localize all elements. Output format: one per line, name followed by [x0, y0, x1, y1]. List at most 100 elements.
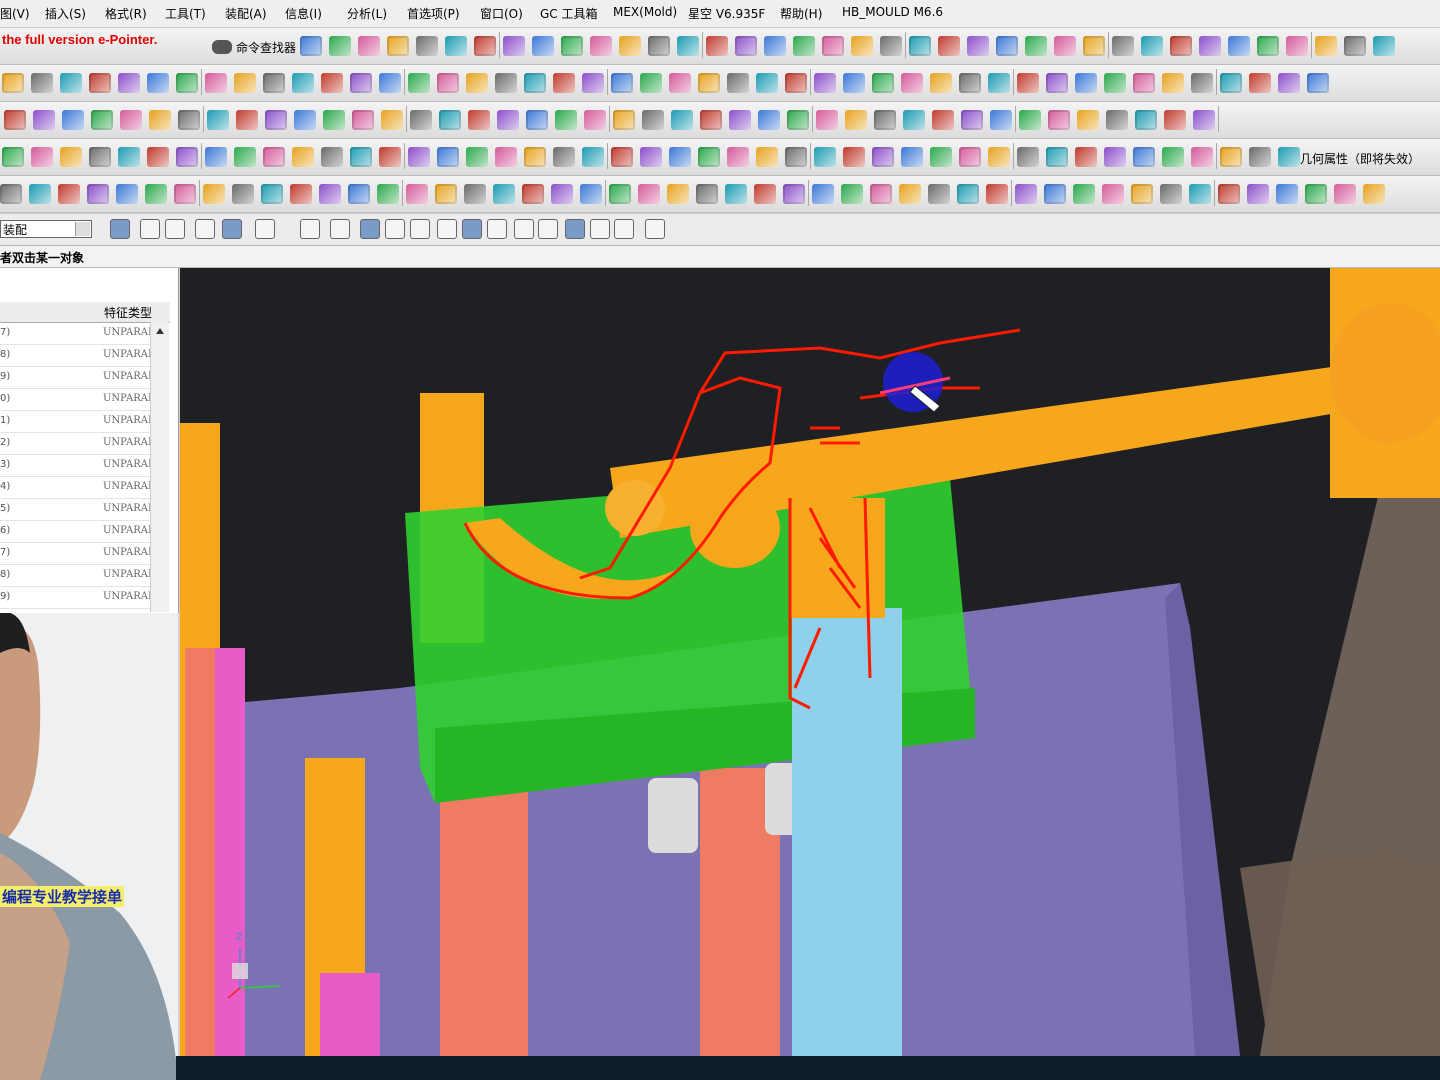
menu-item[interactable]: 插入(S)	[45, 5, 86, 22]
tool-icon[interactable]	[932, 110, 954, 130]
tool-icon[interactable]	[236, 110, 258, 130]
tool-icon[interactable]	[437, 147, 459, 167]
menu-item[interactable]: 装配(A)	[225, 5, 267, 22]
table-row[interactable]: 9) UNPARAM	[0, 586, 158, 609]
tool-icon[interactable]	[118, 147, 140, 167]
menu-item[interactable]: 窗口(O)	[480, 5, 523, 22]
selection-tool-icon[interactable]	[110, 219, 130, 239]
table-row[interactable]: 9) UNPARAM	[0, 366, 158, 389]
table-row[interactable]: 7) UNPARAM	[0, 542, 158, 565]
tool-icon[interactable]	[901, 147, 923, 167]
selection-tool-icon[interactable]	[437, 219, 457, 239]
tool-icon[interactable]	[358, 36, 380, 56]
tool-icon[interactable]	[584, 110, 606, 130]
tool-icon[interactable]	[648, 36, 670, 56]
tool-icon[interactable]	[2, 147, 24, 167]
table-row[interactable]: 6) UNPARAM	[0, 520, 158, 543]
tool-icon[interactable]	[1044, 184, 1066, 204]
tool-icon[interactable]	[880, 36, 902, 56]
table-row[interactable]: 8) UNPARAM	[0, 344, 158, 367]
table-row[interactable]: 4) UNPARAM	[0, 476, 158, 499]
tool-icon[interactable]	[551, 184, 573, 204]
tool-icon[interactable]	[959, 73, 981, 93]
tool-icon[interactable]	[938, 36, 960, 56]
tool-icon[interactable]	[410, 110, 432, 130]
tool-icon[interactable]	[497, 110, 519, 130]
tool-icon[interactable]	[843, 147, 865, 167]
tool-icon[interactable]	[147, 147, 169, 167]
tool-icon[interactable]	[60, 147, 82, 167]
tool-icon[interactable]	[265, 110, 287, 130]
tool-icon[interactable]	[988, 147, 1010, 167]
tool-icon[interactable]	[1247, 184, 1269, 204]
tool-icon[interactable]	[1104, 147, 1126, 167]
tool-icon[interactable]	[899, 184, 921, 204]
table-row[interactable]: 8) UNPARAM	[0, 564, 158, 587]
tool-icon[interactable]	[234, 147, 256, 167]
tool-icon[interactable]	[174, 184, 196, 204]
tool-icon[interactable]	[1054, 36, 1076, 56]
tool-icon[interactable]	[1077, 110, 1099, 130]
tool-icon[interactable]	[4, 110, 26, 130]
selection-tool-icon[interactable]	[222, 219, 242, 239]
tool-icon[interactable]	[787, 110, 809, 130]
tool-icon[interactable]	[677, 36, 699, 56]
tool-icon[interactable]	[930, 73, 952, 93]
tool-icon[interactable]	[2, 73, 24, 93]
tool-icon[interactable]	[1133, 73, 1155, 93]
tool-icon[interactable]	[1305, 184, 1327, 204]
tool-icon[interactable]	[1025, 36, 1047, 56]
tool-icon[interactable]	[292, 73, 314, 93]
tool-icon[interactable]	[1102, 184, 1124, 204]
tool-icon[interactable]	[147, 73, 169, 93]
menu-item[interactable]: 信息(I)	[285, 5, 322, 22]
tool-icon[interactable]	[87, 184, 109, 204]
tool-icon[interactable]	[495, 73, 517, 93]
tool-icon[interactable]	[207, 110, 229, 130]
tool-icon[interactable]	[698, 147, 720, 167]
tool-icon[interactable]	[1249, 73, 1271, 93]
tool-icon[interactable]	[1046, 73, 1068, 93]
tool-icon[interactable]	[381, 110, 403, 130]
tool-icon[interactable]	[1075, 73, 1097, 93]
tool-icon[interactable]	[89, 147, 111, 167]
tool-icon[interactable]	[1220, 73, 1242, 93]
tool-icon[interactable]	[756, 147, 778, 167]
tool-icon[interactable]	[323, 110, 345, 130]
tool-icon[interactable]	[1334, 184, 1356, 204]
tool-icon[interactable]	[1141, 36, 1163, 56]
tool-icon[interactable]	[522, 184, 544, 204]
tool-icon[interactable]	[1046, 147, 1068, 167]
tool-icon[interactable]	[1249, 147, 1271, 167]
scroll-up-icon[interactable]	[156, 328, 164, 334]
tool-icon[interactable]	[1191, 147, 1213, 167]
tool-icon[interactable]	[292, 147, 314, 167]
tool-icon[interactable]	[669, 73, 691, 93]
tool-icon[interactable]	[503, 36, 525, 56]
selection-tool-icon[interactable]	[614, 219, 634, 239]
tool-icon[interactable]	[1344, 36, 1366, 56]
tool-icon[interactable]	[495, 147, 517, 167]
tool-icon[interactable]	[988, 73, 1010, 93]
tool-icon[interactable]	[814, 147, 836, 167]
tool-icon[interactable]	[727, 147, 749, 167]
tool-icon[interactable]	[1276, 184, 1298, 204]
tool-icon[interactable]	[928, 184, 950, 204]
tool-icon[interactable]	[1075, 147, 1097, 167]
selection-tool-icon[interactable]	[165, 219, 185, 239]
tool-icon[interactable]	[29, 184, 51, 204]
selection-tool-icon[interactable]	[487, 219, 507, 239]
tool-icon[interactable]	[437, 73, 459, 93]
tool-icon[interactable]	[294, 110, 316, 130]
tool-icon[interactable]	[1278, 73, 1300, 93]
selection-tool-icon[interactable]	[462, 219, 482, 239]
menu-item[interactable]: 首选项(P)	[407, 5, 460, 22]
tool-icon[interactable]	[961, 110, 983, 130]
tool-icon[interactable]	[468, 110, 490, 130]
tool-icon[interactable]	[706, 36, 728, 56]
table-row[interactable]: 2) UNPARAM	[0, 432, 158, 455]
tool-icon[interactable]	[416, 36, 438, 56]
tool-icon[interactable]	[1160, 184, 1182, 204]
selection-tool-icon[interactable]	[410, 219, 430, 239]
tool-icon[interactable]	[89, 73, 111, 93]
